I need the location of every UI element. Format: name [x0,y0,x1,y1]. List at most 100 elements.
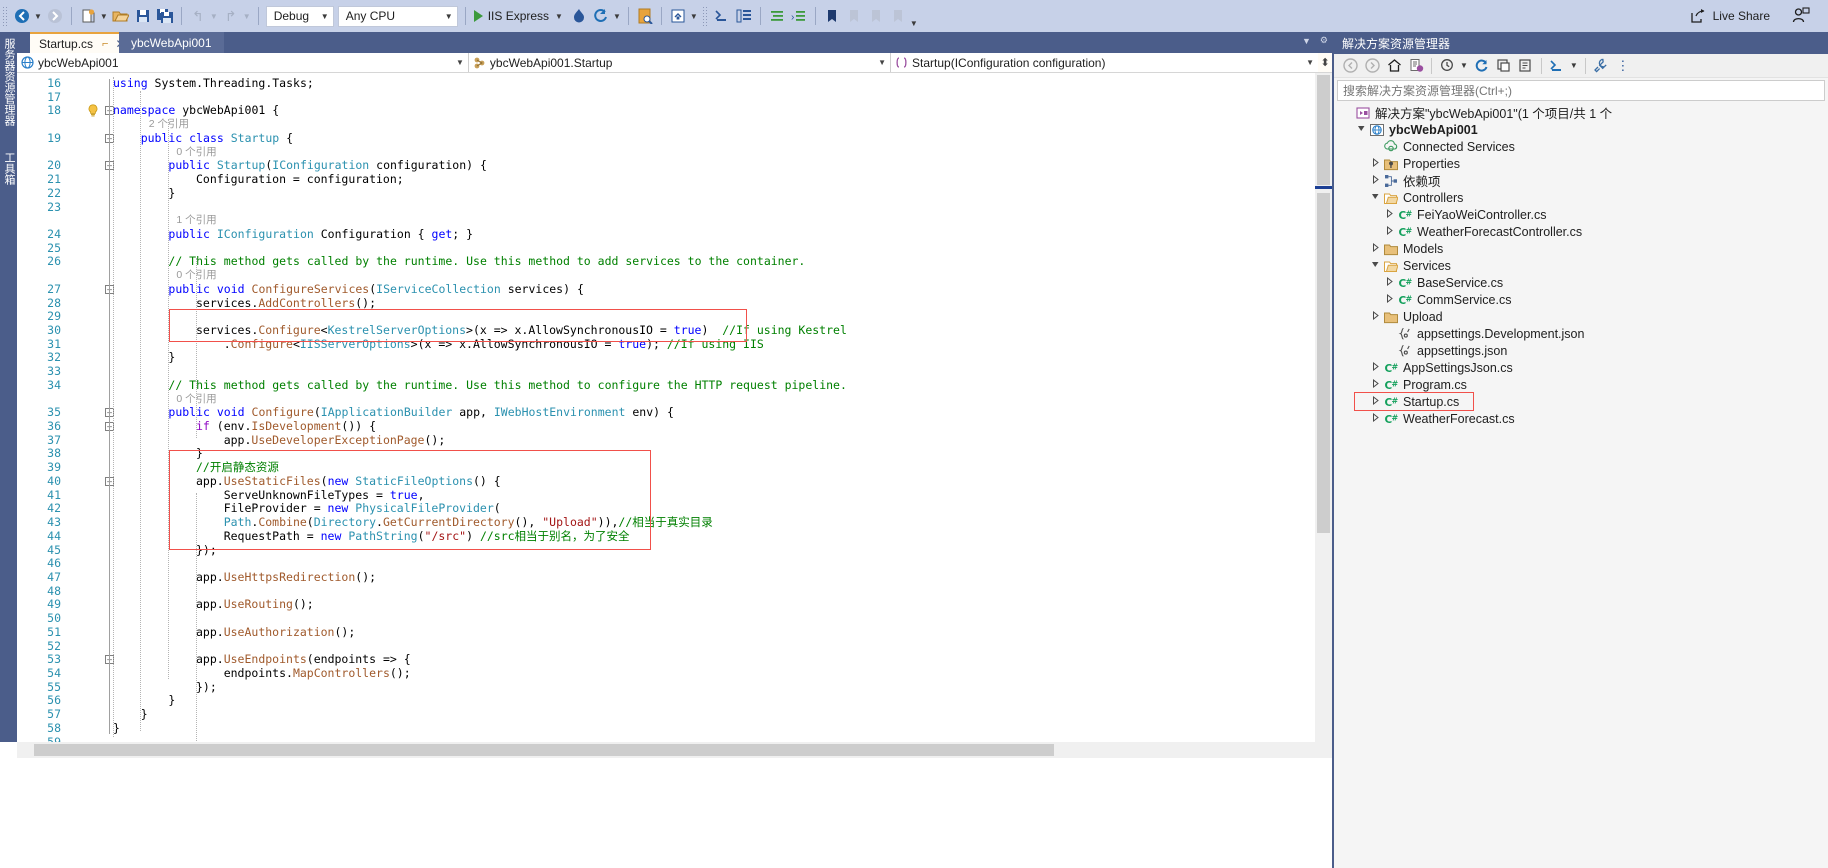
expander-collapsed-icon[interactable] [1368,361,1382,373]
chevron-down-icon[interactable]: ▼ [1460,61,1468,70]
output-window-icon[interactable]: › [788,4,810,28]
expander-collapsed-icon[interactable] [1382,208,1396,220]
tree-item[interactable]: C # CommService.cs [1334,291,1828,308]
expander-collapsed-icon[interactable] [1368,378,1382,390]
chevron-down-icon[interactable]: ▼ [690,12,698,21]
chevron-down-icon[interactable]: ▼ [1302,36,1311,46]
refresh-icon[interactable] [1472,56,1492,76]
tree-item[interactable]: C # WeatherForecastController.cs [1334,223,1828,240]
expander-collapsed-icon[interactable] [1368,395,1382,407]
toolbox-icon[interactable] [733,4,755,28]
live-share-button[interactable]: Live Share [1690,0,1770,32]
code-line: 38} [17,447,1315,461]
tree-item[interactable]: ybcWebApi001 [1334,121,1828,138]
tree-item[interactable]: 解决方案"ybcWebApi001"(1 个项目/共 1 个 [1334,104,1828,121]
tree-item[interactable]: appsettings.Development.json [1334,325,1828,342]
chevron-down-icon[interactable]: ▼ [555,12,563,21]
expander-collapsed-icon[interactable] [1382,225,1396,237]
tree-item[interactable]: Connected Services [1334,138,1828,155]
solution-configuration-dropdown[interactable]: Debug ▼ [265,5,334,27]
pin-tab-icon[interactable]: ⌐ [102,38,108,50]
code-text: public void Configure(IApplicationBuilde… [168,405,674,420]
open-file-icon[interactable] [110,4,132,28]
tree-item-label: Controllers [1403,190,1464,205]
new-project-dropdown-icon[interactable]: ▼ [100,12,108,21]
tree-item[interactable]: Upload [1334,308,1828,325]
expander-collapsed-icon[interactable] [1368,412,1382,424]
expander-collapsed-icon[interactable] [1368,174,1382,186]
navbar-member-dropdown[interactable]: Startup(IConfiguration configuration) ▼ [891,53,1319,72]
properties-icon[interactable] [1547,56,1567,76]
editor-horizontal-scrollbar[interactable] [17,742,1332,758]
tree-item[interactable]: Models [1334,240,1828,257]
code-line: 44 RequestPath = new PathString("/src") /… [17,529,1315,544]
tree-item[interactable]: C # Startup.cs [1334,393,1828,410]
solution-explorer-icon[interactable] [667,4,689,28]
pending-changes-filter-icon[interactable] [1437,56,1457,76]
expander-collapsed-icon[interactable] [1382,293,1396,305]
error-list-icon[interactable] [766,4,788,28]
tree-item[interactable]: C # BaseService.cs [1334,274,1828,291]
toolbox-tab[interactable]: 工具箱 [2,152,15,185]
start-debug-button[interactable]: IIS Express ▼ [471,4,568,28]
toolbar-grip[interactable] [701,6,709,26]
quick-actions-lightbulb-icon[interactable] [87,104,99,117]
tree-item[interactable]: C # FeiYaoWeiController.cs [1334,206,1828,223]
code-editor[interactable]: 16 using System.Threading.Tasks; 1718–name… [17,73,1315,742]
properties-window-icon[interactable] [711,4,733,28]
editor-vertical-scrollbar[interactable]: ▲ [1315,73,1332,742]
gear-icon[interactable]: ⚙ [1320,35,1328,46]
expander-expanded-icon[interactable] [1368,192,1382,203]
settings-overflow-icon[interactable]: ⋮ [1613,56,1633,76]
show-all-files-icon[interactable] [1516,56,1536,76]
code-token: ( [320,473,328,488]
tree-item[interactable]: Properties [1334,155,1828,172]
chevron-down-icon[interactable]: ▼ [1570,61,1578,70]
expander-collapsed-icon[interactable] [1382,276,1396,288]
split-editor-button[interactable]: ⬍ [1318,53,1332,72]
expander-collapsed-icon[interactable] [1368,310,1382,322]
tree-item[interactable]: C # WeatherForecast.cs [1334,410,1828,427]
save-all-icon[interactable] [154,4,176,28]
navbar-project-dropdown[interactable]: ybcWebApi001 ▼ [17,53,469,72]
bookmark-icon[interactable] [821,4,843,28]
scrollbar-thumb[interactable] [1317,193,1330,533]
save-icon[interactable] [132,4,154,28]
expander-collapsed-icon[interactable] [1368,157,1382,169]
toolbar-overflow-icon[interactable]: ▼ [910,19,918,28]
scrollbar-thumb-upper[interactable] [1317,75,1330,185]
account-manager-icon[interactable] [1792,7,1810,28]
chevron-down-icon[interactable]: ▼ [613,12,621,21]
tab-ybcwebapi001[interactable]: ybcWebApi001 [119,32,224,53]
expander-collapsed-icon[interactable] [1368,242,1382,254]
collapse-all-icon[interactable] [1494,56,1514,76]
tree-item[interactable]: C # AppSettingsJson.cs [1334,359,1828,376]
solution-platform-dropdown[interactable]: Any CPU ▼ [337,5,458,27]
wrench-icon[interactable] [1591,56,1611,76]
server-explorer-tab[interactable]: 服务器资源管理器 [2,38,15,126]
tree-item[interactable]: Controllers [1334,189,1828,206]
home-icon[interactable] [1384,56,1404,76]
tree-item[interactable]: appsettings.json [1334,342,1828,359]
tree-item[interactable]: Services [1334,257,1828,274]
hot-reload-icon[interactable] [568,4,590,28]
line-number: 21 [47,172,61,186]
new-project-icon[interactable] [77,4,99,28]
navbar-type-dropdown[interactable]: ybcWebApi001.Startup ▼ [468,53,892,72]
expander-expanded-icon[interactable] [1368,260,1382,271]
solution-explorer-search-input[interactable]: 搜索解决方案资源管理器(Ctrl+;) [1337,80,1825,101]
scrollbar-thumb-horizontal[interactable] [34,744,1054,756]
toolbar-grip[interactable] [2,6,9,26]
navigate-backward-icon[interactable] [11,4,33,28]
restart-icon[interactable] [590,4,612,28]
preview-selected-items-icon[interactable] [634,4,656,28]
expander-expanded-icon[interactable] [1354,124,1368,135]
tab-startup-cs[interactable]: Startup.cs ⌐ ✕ [30,32,132,53]
tree-item[interactable]: 依赖项 [1334,172,1828,189]
code-token: true [389,487,418,502]
tree-item[interactable]: C # Program.cs [1334,376,1828,393]
solution-tree[interactable]: 解决方案"ybcWebApi001"(1 个项目/共 1 个 ybcWebApi0… [1334,101,1828,427]
sync-with-active-document-icon[interactable] [1406,56,1426,76]
navigate-backward-dropdown-icon[interactable]: ▼ [34,12,42,21]
